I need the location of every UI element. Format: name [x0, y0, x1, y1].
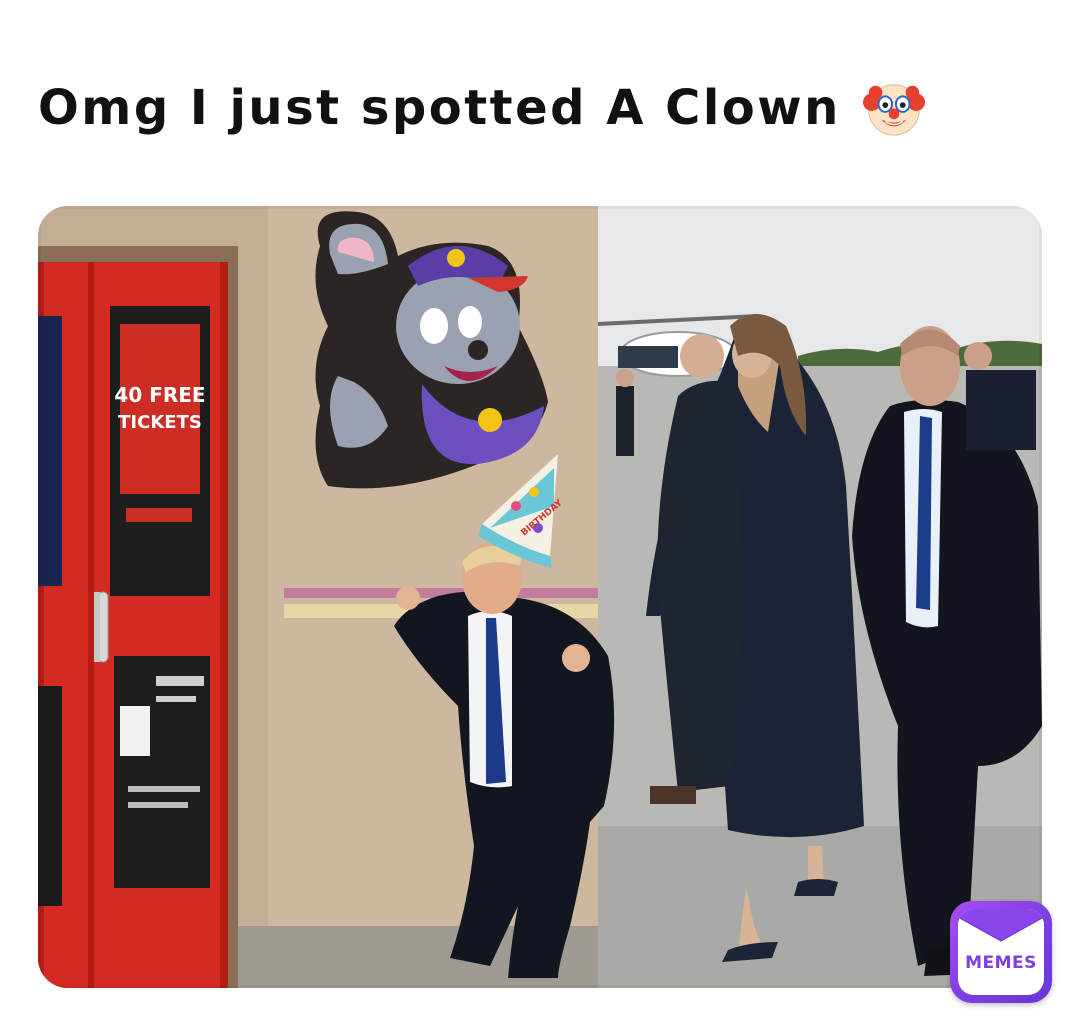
- caption-text: Omg I just spotted A Clown: [38, 80, 841, 136]
- caption: Omg I just spotted A Clown: [38, 70, 925, 146]
- clown-face-icon: [862, 84, 925, 136]
- memes-watermark-inner: MEMES: [958, 909, 1044, 995]
- photo-scene: 40 FREE TICKETS BIRTHDAY: [38, 206, 1042, 988]
- background-person: [616, 369, 634, 456]
- sign-line1: 40 FREE: [114, 383, 205, 407]
- envelope-icon: [958, 909, 1044, 942]
- meme-photo: 40 FREE TICKETS BIRTHDAY: [38, 206, 1042, 988]
- memes-watermark: MEMES: [950, 901, 1052, 1003]
- sign-line2: TICKETS: [118, 412, 202, 433]
- memes-watermark-label: MEMES: [965, 953, 1037, 973]
